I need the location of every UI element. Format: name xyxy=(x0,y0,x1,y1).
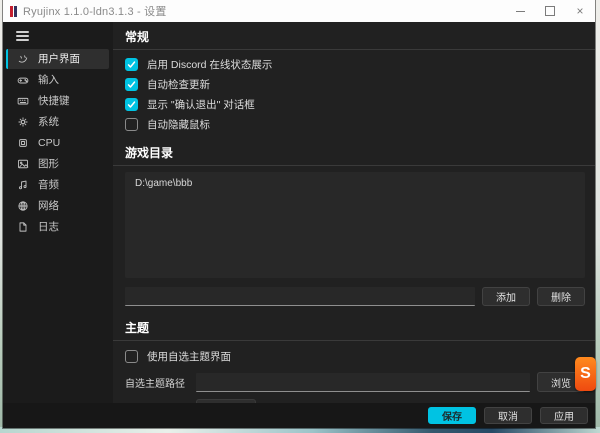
sidebar: 用户界面 输入 快捷键 系统 CPU 图形 音频 网络 xyxy=(3,22,113,428)
sidebar-item-label: 日志 xyxy=(38,219,59,234)
checkbox-row-updates: 自动检查更新 xyxy=(125,74,595,94)
close-button[interactable]: × xyxy=(565,0,595,22)
checkbox-row-confirm-exit: 显示 "确认退出" 对话框 xyxy=(125,94,595,114)
sidebar-item-label: 输入 xyxy=(38,72,59,87)
save-button[interactable]: 保存 xyxy=(428,407,476,424)
sidebar-item-label: 音频 xyxy=(38,177,59,192)
sidebar-item-graphics[interactable]: 图形 xyxy=(6,154,109,174)
footer-bar: 保存 取消 应用 xyxy=(3,403,595,428)
document-icon xyxy=(17,221,29,233)
game-directories-list[interactable]: D:\game\bbb xyxy=(125,172,585,278)
theme-heading: 主题 xyxy=(113,313,595,341)
add-directory-button[interactable]: 添加 xyxy=(482,287,530,306)
smiley-icon xyxy=(17,53,29,65)
minimize-icon xyxy=(516,11,525,12)
music-note-icon xyxy=(17,179,29,191)
checkbox-label: 使用自选主题界面 xyxy=(147,349,231,364)
sidebar-item-hotkeys[interactable]: 快捷键 xyxy=(6,91,109,111)
hamburger-menu-icon[interactable] xyxy=(16,31,29,41)
window-title: Ryujinx 1.1.0-ldn3.1.3 - 设置 xyxy=(23,3,167,19)
checkbox-row-discord: 启用 Discord 在线状态展示 xyxy=(125,54,595,74)
maximize-button[interactable] xyxy=(535,0,565,22)
theme-path-input[interactable] xyxy=(196,373,530,392)
hide-cursor-checkbox[interactable] xyxy=(125,118,138,131)
checkbox-label: 显示 "确认退出" 对话框 xyxy=(147,97,255,112)
sidebar-item-logging[interactable]: 日志 xyxy=(6,217,109,237)
remove-directory-button[interactable]: 删除 xyxy=(537,287,585,306)
theme-path-label: 自选主题路径 xyxy=(125,375,189,390)
titlebar[interactable]: Ryujinx 1.1.0-ldn3.1.3 - 设置 × xyxy=(3,0,595,22)
directory-path-input[interactable] xyxy=(125,287,475,306)
discord-presence-checkbox[interactable] xyxy=(125,58,138,71)
list-item-directory[interactable]: D:\game\bbb xyxy=(135,178,575,189)
check-updates-checkbox[interactable] xyxy=(125,78,138,91)
sidebar-item-label: 图形 xyxy=(38,156,59,171)
general-heading: 常规 xyxy=(113,22,595,50)
sidebar-item-label: 用户界面 xyxy=(38,51,80,66)
apply-button[interactable]: 应用 xyxy=(540,407,588,424)
sidebar-item-cpu[interactable]: CPU xyxy=(6,133,109,153)
gamepad-icon xyxy=(17,74,29,86)
directory-input-row: 添加 删除 xyxy=(125,287,585,306)
cpu-icon xyxy=(17,137,29,149)
gear-icon xyxy=(17,116,29,128)
sidebar-item-input[interactable]: 输入 xyxy=(6,70,109,90)
sidebar-item-system[interactable]: 系统 xyxy=(6,112,109,132)
ryujinx-logo-icon xyxy=(10,6,17,17)
sidebar-item-label: 系统 xyxy=(38,114,59,129)
image-icon xyxy=(17,158,29,170)
checkbox-label: 自动隐藏鼠标 xyxy=(147,117,210,132)
checkbox-label: 启用 Discord 在线状态展示 xyxy=(147,57,272,72)
checkbox-label: 自动检查更新 xyxy=(147,77,210,92)
close-icon: × xyxy=(576,5,583,17)
checkbox-row-hide-cursor: 自动隐藏鼠标 xyxy=(125,114,595,134)
checkbox-row-custom-theme: 使用自选主题界面 xyxy=(125,346,595,366)
custom-theme-checkbox[interactable] xyxy=(125,350,138,363)
sidebar-item-audio[interactable]: 音频 xyxy=(6,175,109,195)
confirm-exit-checkbox[interactable] xyxy=(125,98,138,111)
ime-floating-icon[interactable]: S xyxy=(575,357,596,391)
settings-content: 常规 启用 Discord 在线状态展示 自动检查更新 显示 "确认退出" 对话… xyxy=(113,22,595,403)
sidebar-item-user-interface[interactable]: 用户界面 xyxy=(6,49,109,69)
sidebar-item-label: CPU xyxy=(38,137,60,149)
game-directories-heading: 游戏目录 xyxy=(113,138,595,166)
sidebar-item-network[interactable]: 网络 xyxy=(6,196,109,216)
minimize-button[interactable] xyxy=(505,0,535,22)
globe-icon xyxy=(17,200,29,212)
theme-path-row: 自选主题路径 浏览 xyxy=(125,372,585,392)
keyboard-icon xyxy=(17,95,29,107)
settings-window: Ryujinx 1.1.0-ldn3.1.3 - 设置 × 用户界面 输入 快捷… xyxy=(3,0,595,428)
maximize-icon xyxy=(545,6,555,16)
sidebar-item-label: 快捷键 xyxy=(38,93,70,108)
window-controls: × xyxy=(505,0,595,22)
cancel-button[interactable]: 取消 xyxy=(484,407,532,424)
sidebar-item-label: 网络 xyxy=(38,198,59,213)
